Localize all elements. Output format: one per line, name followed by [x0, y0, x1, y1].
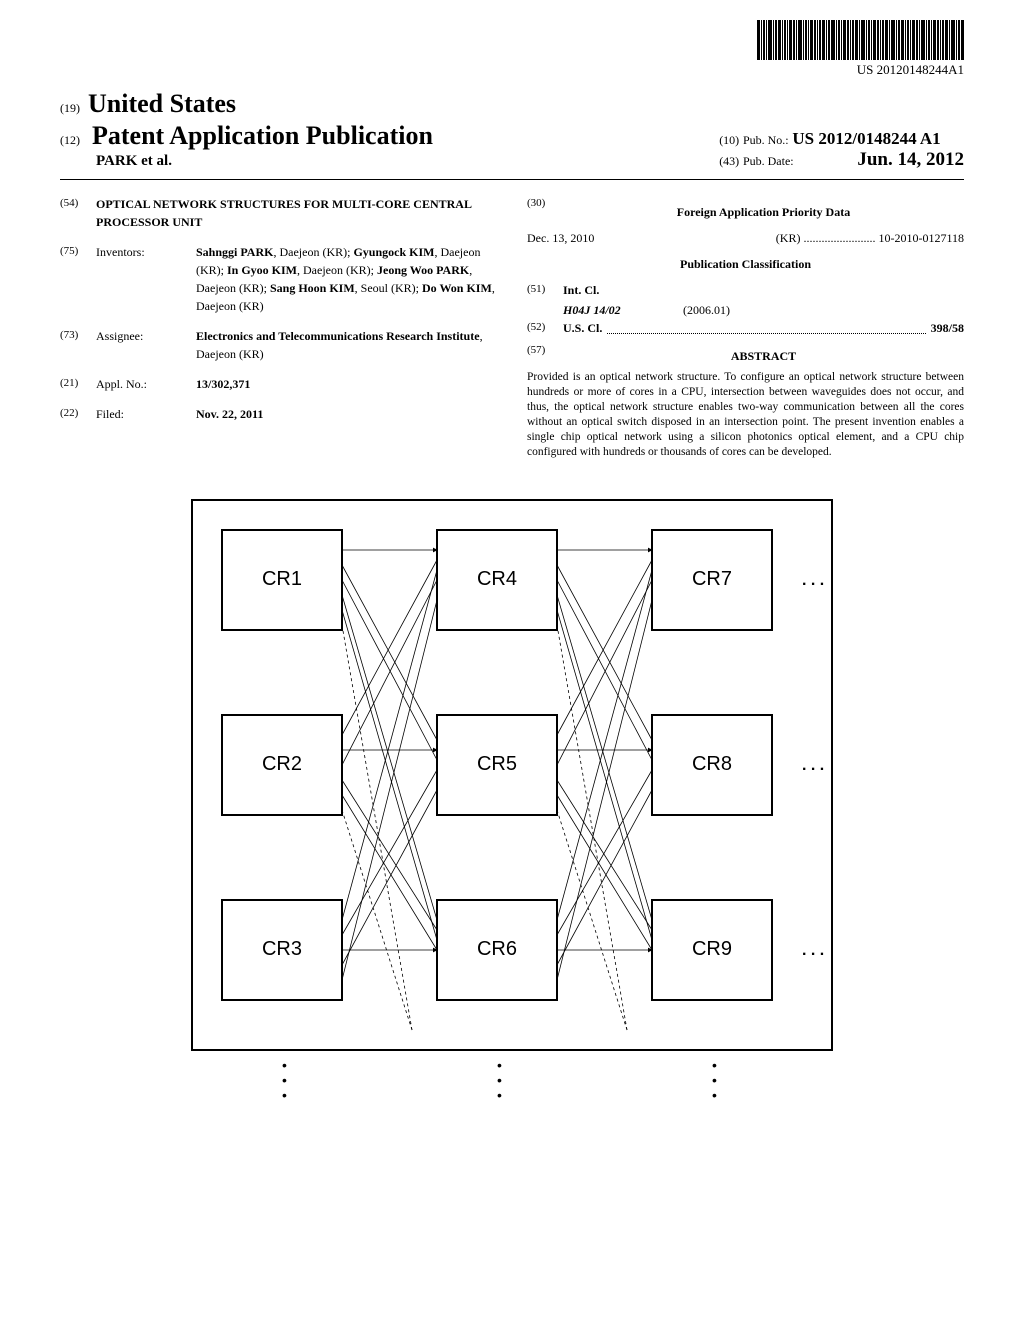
- code-51: (51): [527, 281, 563, 299]
- barcode-text: US 20120148244A1: [757, 62, 964, 78]
- abstract-label: ABSTRACT: [563, 347, 964, 365]
- code-75: (75): [60, 243, 96, 315]
- vdot-c2-1: •: [497, 1057, 502, 1073]
- barcode-bars: [757, 20, 964, 60]
- code-22: (22): [60, 405, 96, 423]
- core-cr6: CR6: [477, 938, 517, 960]
- barcode: US 20120148244A1: [757, 20, 964, 78]
- pub-class-title: Publication Classification: [527, 255, 964, 273]
- us-cl-label: U.S. Cl.: [563, 319, 602, 337]
- right-column: (30) Foreign Application Priority Data D…: [527, 195, 964, 460]
- header-right: (10) Pub. No.: US 2012/0148244 A1 (43) P…: [719, 129, 964, 171]
- code-30: (30): [527, 195, 563, 229]
- abstract-text: Provided is an optical network structure…: [527, 370, 964, 460]
- core-cr2: CR2: [262, 753, 302, 775]
- ellipsis-r2: . . .: [802, 757, 824, 774]
- assignee-label: Assignee:: [96, 327, 196, 363]
- core-cr9: CR9: [692, 938, 732, 960]
- pub-date-value: Jun. 14, 2012: [857, 149, 964, 170]
- priority-no: 10-2010-0127118: [878, 231, 964, 245]
- prefix-19: (19): [60, 101, 80, 116]
- left-column: (54) OPTICAL NETWORK STRUCTURES FOR MULT…: [60, 195, 497, 460]
- vdot-c3-2: •: [712, 1072, 717, 1088]
- header: (19) United States (12) Patent Applicati…: [60, 89, 964, 171]
- content-columns: (54) OPTICAL NETWORK STRUCTURES FOR MULT…: [60, 195, 964, 460]
- core-cr8: CR8: [692, 753, 732, 775]
- pub-no-value: US 2012/0148244 A1: [792, 129, 940, 148]
- core-cr1: CR1: [262, 568, 302, 590]
- code-54: (54): [60, 195, 96, 231]
- assignee-value: Electronics and Telecommunications Resea…: [196, 327, 497, 363]
- inventors-label: Inventors:: [96, 243, 196, 315]
- vdot-c3-1: •: [712, 1057, 717, 1073]
- ellipsis-r1: . . .: [802, 572, 824, 589]
- vdot-c3-3: •: [712, 1087, 717, 1103]
- priority-row: Dec. 13, 2010 (KR) .....................…: [527, 229, 964, 247]
- vdot-c2-3: •: [497, 1087, 502, 1103]
- int-cl-label: Int. Cl.: [563, 281, 599, 299]
- us-cl-value: 398/58: [931, 319, 964, 337]
- foreign-priority-title: Foreign Application Priority Data: [563, 203, 964, 221]
- authors: PARK et al.: [96, 153, 433, 170]
- prefix-12: (12): [60, 133, 80, 147]
- code-57: (57): [527, 342, 563, 370]
- code-73: (73): [60, 327, 96, 363]
- vdot-c1-1: •: [282, 1057, 287, 1073]
- figure-section: CR1 CR4 CR7 CR2 CR5 CR8 CR3 CR6 CR9: [60, 490, 964, 1115]
- pub-date-label: Pub. Date:: [743, 154, 794, 168]
- network-diagram: CR1 CR4 CR7 CR2 CR5 CR8 CR3 CR6 CR9: [162, 490, 862, 1110]
- vdot-c1-2: •: [282, 1072, 287, 1088]
- core-cr7: CR7: [692, 568, 732, 590]
- filed-date: Nov. 22, 2011: [196, 405, 497, 423]
- vdot-c2-2: •: [497, 1072, 502, 1088]
- filed-label: Filed:: [96, 405, 196, 423]
- int-cl-date: (2006.01): [683, 301, 730, 319]
- priority-date: Dec. 13, 2010: [527, 229, 594, 247]
- code-21: (21): [60, 375, 96, 393]
- assignee-name: Electronics and Telecommunications Resea…: [196, 329, 480, 343]
- publication-title: Patent Application Publication: [92, 121, 433, 150]
- prefix-43: (43): [719, 154, 739, 168]
- core-cr3: CR3: [262, 938, 302, 960]
- core-cr4: CR4: [477, 568, 517, 590]
- core-cr5: CR5: [477, 753, 517, 775]
- inventors-list: Sahnggi PARK, Daejeon (KR); Gyungock KIM…: [196, 243, 497, 315]
- invention-title: OPTICAL NETWORK STRUCTURES FOR MULTI-COR…: [96, 195, 497, 231]
- priority-country: (KR): [776, 231, 801, 245]
- int-cl-code: H04J 14/02: [563, 301, 683, 319]
- priority-dots: ........................: [803, 231, 875, 245]
- pub-no-label: Pub. No.:: [743, 133, 789, 147]
- us-cl-dots: [607, 319, 925, 334]
- appl-label: Appl. No.:: [96, 375, 196, 393]
- prefix-10: (10): [719, 133, 739, 147]
- country: United States: [88, 89, 236, 119]
- header-left: (12) Patent Application Publication PARK…: [60, 121, 433, 170]
- divider: [60, 179, 964, 180]
- assignee-loc: Daejeon (KR): [196, 347, 264, 361]
- appl-no: 13/302,371: [196, 375, 497, 393]
- ellipsis-r3: . . .: [802, 942, 824, 959]
- barcode-section: US 20120148244A1: [60, 20, 964, 79]
- vdot-c1-3: •: [282, 1087, 287, 1103]
- code-52: (52): [527, 319, 563, 337]
